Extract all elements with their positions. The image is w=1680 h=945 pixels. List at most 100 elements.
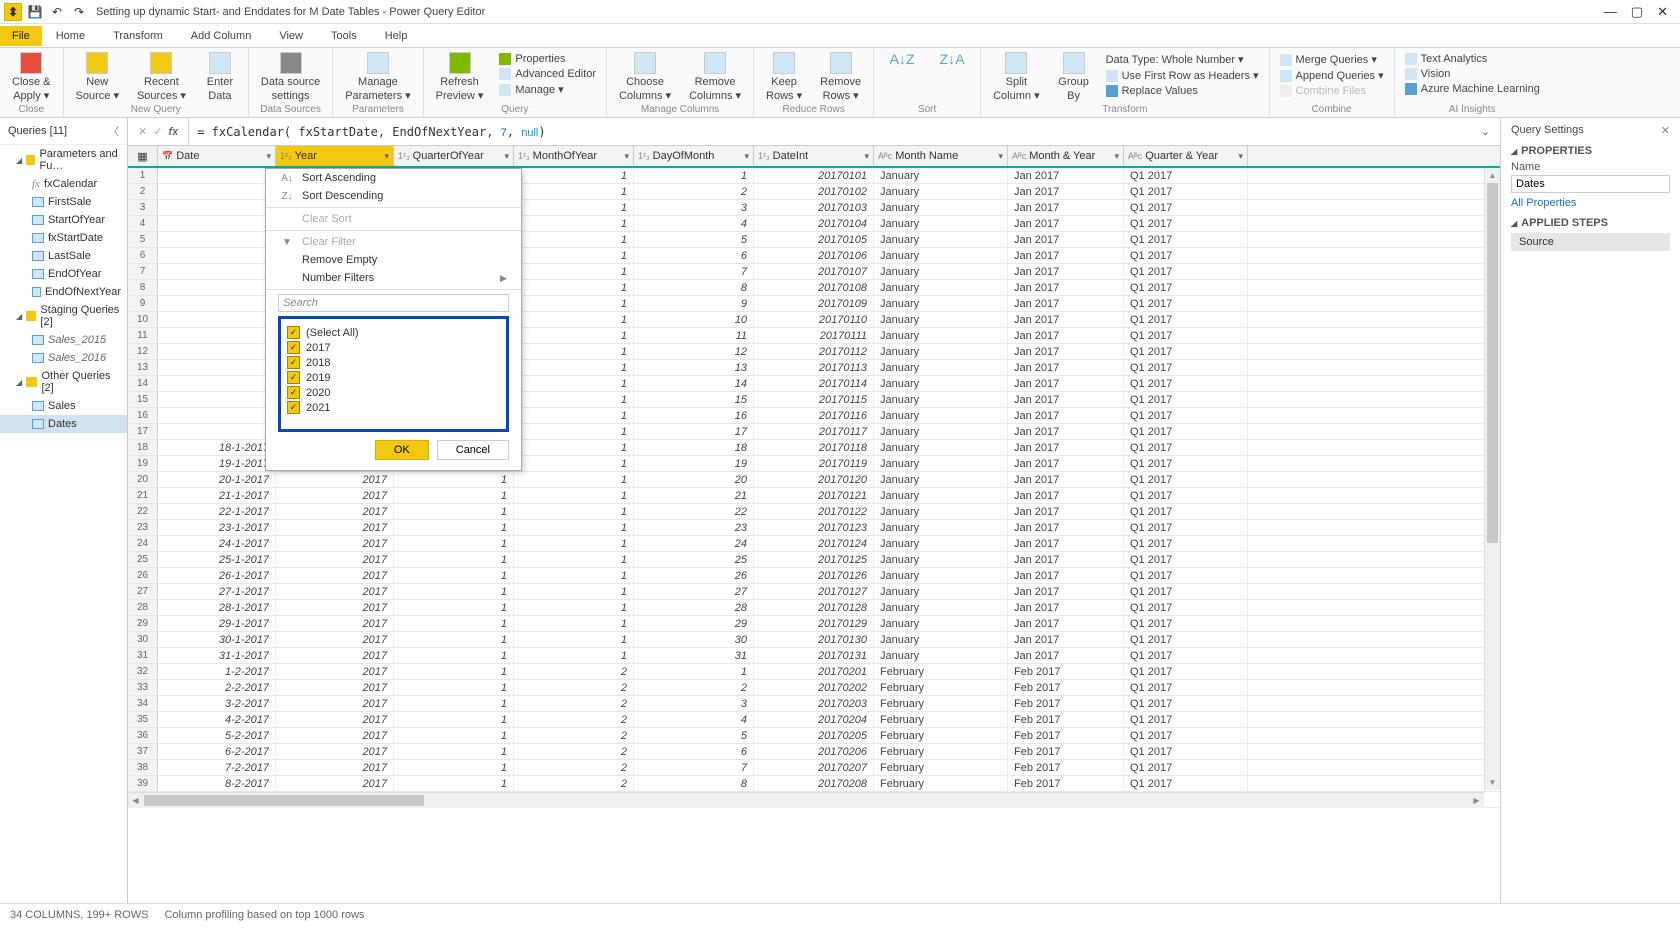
query-item-firstsale[interactable]: FirstSale bbox=[0, 193, 127, 211]
first-row-headers-button[interactable]: Use First Row as Headers ▾ bbox=[1104, 68, 1261, 83]
column-header-monthname[interactable]: AᴮcMonth Name▾ bbox=[874, 146, 1008, 166]
remove-columns-button[interactable]: RemoveColumns ▾ bbox=[685, 50, 745, 104]
query-item-sales[interactable]: Sales bbox=[0, 397, 127, 415]
table-row[interactable]: 2828-1-20172017112820170128JanuaryJan 20… bbox=[128, 600, 1500, 616]
cancel-formula-icon[interactable]: ✕ bbox=[138, 125, 147, 138]
properties-button[interactable]: Properties bbox=[497, 52, 598, 66]
vision-button[interactable]: Vision bbox=[1403, 67, 1542, 81]
filter-check-2020[interactable]: ✓2020 bbox=[285, 385, 502, 400]
table-row[interactable]: 387-2-2017201712720170207FebruaryFeb 201… bbox=[128, 760, 1500, 776]
query-item-lastsale[interactable]: LastSale bbox=[0, 247, 127, 265]
column-header-monthofyear[interactable]: 1²₃MonthOfYear▾ bbox=[514, 146, 634, 166]
table-row[interactable]: 2626-1-20172017112620170126JanuaryJan 20… bbox=[128, 568, 1500, 584]
data-type-dropdown[interactable]: Data Type: Whole Number ▾ bbox=[1104, 52, 1261, 67]
filter-check-2018[interactable]: ✓2018 bbox=[285, 355, 502, 370]
table-row[interactable]: 398-2-2017201712820170208FebruaryFeb 201… bbox=[128, 776, 1500, 792]
column-header-year[interactable]: 1²₃Year▾ bbox=[276, 146, 394, 166]
table-row[interactable]: 343-2-2017201712320170203FebruaryFeb 201… bbox=[128, 696, 1500, 712]
column-header-monthyear[interactable]: AᴮcMonth & Year▾ bbox=[1008, 146, 1124, 166]
table-row[interactable]: 365-2-2017201712520170205FebruaryFeb 201… bbox=[128, 728, 1500, 744]
filter-check-2017[interactable]: ✓2017 bbox=[285, 340, 502, 355]
enter-data-button[interactable]: EnterData bbox=[200, 50, 240, 104]
query-group-staging[interactable]: ◢Staging Queries [2] bbox=[0, 301, 127, 331]
query-item-sales_2015[interactable]: Sales_2015 bbox=[0, 331, 127, 349]
table-row[interactable]: 3131-1-20172017113120170131JanuaryJan 20… bbox=[128, 648, 1500, 664]
tab-home[interactable]: Home bbox=[42, 26, 99, 46]
tab-transform[interactable]: Transform bbox=[99, 26, 177, 46]
redo-icon[interactable]: ↷ bbox=[70, 3, 88, 21]
vertical-scrollbar[interactable]: ▲▼ bbox=[1484, 168, 1500, 790]
tab-help[interactable]: Help bbox=[371, 26, 422, 46]
query-item-startofyear[interactable]: StartOfYear bbox=[0, 211, 127, 229]
undo-icon[interactable]: ↶ bbox=[48, 3, 66, 21]
applied-steps-section[interactable]: ◢APPLIED STEPS bbox=[1511, 217, 1670, 229]
query-name-input[interactable] bbox=[1511, 175, 1670, 193]
column-header-quarterofyear[interactable]: 1²₃QuarterOfYear▾ bbox=[394, 146, 514, 166]
column-header-date[interactable]: 📅Date▾ bbox=[158, 146, 276, 166]
close-button[interactable]: ✕ bbox=[1657, 4, 1668, 20]
tab-tools[interactable]: Tools bbox=[317, 26, 371, 46]
table-row[interactable]: 354-2-2017201712420170204FebruaryFeb 201… bbox=[128, 712, 1500, 728]
query-item-fxstartdate[interactable]: fxStartDate bbox=[0, 229, 127, 247]
all-properties-link[interactable]: All Properties bbox=[1511, 197, 1576, 209]
azure-ml-button[interactable]: Azure Machine Learning bbox=[1403, 82, 1542, 96]
table-row[interactable]: 2525-1-20172017112520170125JanuaryJan 20… bbox=[128, 552, 1500, 568]
text-analytics-button[interactable]: Text Analytics bbox=[1403, 52, 1542, 66]
append-queries-button[interactable]: Append Queries ▾ bbox=[1278, 68, 1386, 83]
collapse-queries-icon[interactable]: 〈 bbox=[108, 123, 119, 139]
table-row[interactable]: 2323-1-20172017112320170123JanuaryJan 20… bbox=[128, 520, 1500, 536]
filter-check-2021[interactable]: ✓2021 bbox=[285, 400, 502, 415]
tab-view[interactable]: View bbox=[265, 26, 317, 46]
table-row[interactable]: 2222-1-20172017112220170122JanuaryJan 20… bbox=[128, 504, 1500, 520]
combine-files-button[interactable]: Combine Files bbox=[1278, 84, 1386, 98]
choose-columns-button[interactable]: ChooseColumns ▾ bbox=[615, 50, 675, 104]
query-item-sales_2016[interactable]: Sales_2016 bbox=[0, 349, 127, 367]
query-item-endofnextyear[interactable]: EndOfNextYear bbox=[0, 283, 127, 301]
remove-rows-button[interactable]: RemoveRows ▾ bbox=[816, 50, 865, 104]
expand-formula-icon[interactable]: ⌄ bbox=[1471, 125, 1500, 138]
group-by-button[interactable]: GroupBy bbox=[1054, 50, 1094, 104]
keep-rows-button[interactable]: KeepRows ▾ bbox=[762, 50, 806, 104]
filter-check-2019[interactable]: ✓2019 bbox=[285, 370, 502, 385]
properties-section[interactable]: ◢PROPERTIES bbox=[1511, 145, 1670, 157]
table-row[interactable]: 321-2-2017201712120170201FebruaryFeb 201… bbox=[128, 664, 1500, 680]
replace-values-button[interactable]: Replace Values bbox=[1104, 84, 1261, 98]
formula-text[interactable]: = fxCalendar( fxStartDate, EndOfNextYear… bbox=[189, 125, 1471, 139]
select-all-cell[interactable]: ▦ bbox=[128, 146, 158, 166]
table-row[interactable]: 332-2-2017201712220170202FebruaryFeb 201… bbox=[128, 680, 1500, 696]
new-source-button[interactable]: NewSource ▾ bbox=[72, 50, 123, 104]
manage-parameters-button[interactable]: ManageParameters ▾ bbox=[341, 50, 414, 104]
manage-button[interactable]: Manage ▾ bbox=[497, 82, 598, 97]
table-row[interactable]: 2929-1-20172017112920170129JanuaryJan 20… bbox=[128, 616, 1500, 632]
query-item-dates[interactable]: Dates bbox=[0, 415, 127, 433]
filter-check-selectall[interactable]: ✓(Select All) bbox=[285, 325, 502, 340]
sort-asc-button[interactable]: A↓Z bbox=[882, 50, 922, 69]
table-row[interactable]: 2020-1-20172017112020170120JanuaryJan 20… bbox=[128, 472, 1500, 488]
table-row[interactable]: 2121-1-20172017112120170121JanuaryJan 20… bbox=[128, 488, 1500, 504]
sort-descending-item[interactable]: Z↓Sort Descending bbox=[266, 187, 521, 205]
maximize-button[interactable]: ▢ bbox=[1631, 4, 1643, 20]
split-column-button[interactable]: SplitColumn ▾ bbox=[989, 50, 1043, 104]
filter-ok-button[interactable]: OK bbox=[375, 440, 429, 460]
remove-empty-item[interactable]: Remove Empty bbox=[266, 251, 521, 269]
horizontal-scrollbar[interactable]: ◀▶ bbox=[128, 792, 1484, 808]
sort-ascending-item[interactable]: A↓Sort Ascending bbox=[266, 169, 521, 187]
filter-cancel-button[interactable]: Cancel bbox=[437, 440, 509, 460]
query-group-other[interactable]: ◢Other Queries [2] bbox=[0, 367, 127, 397]
fx-icon[interactable]: fx bbox=[168, 126, 178, 138]
close-settings-icon[interactable]: ✕ bbox=[1661, 124, 1670, 137]
query-group-parameters[interactable]: ◢Parameters and Fu… bbox=[0, 145, 127, 175]
column-header-dayofmonth[interactable]: 1²₃DayOfMonth▾ bbox=[634, 146, 754, 166]
applied-step-source[interactable]: Source bbox=[1511, 233, 1670, 251]
advanced-editor-button[interactable]: Advanced Editor bbox=[497, 67, 598, 81]
table-row[interactable]: 2424-1-20172017112420170124JanuaryJan 20… bbox=[128, 536, 1500, 552]
file-tab[interactable]: File bbox=[0, 26, 42, 46]
table-row[interactable]: 3030-1-20172017113020170130JanuaryJan 20… bbox=[128, 632, 1500, 648]
column-header-quarteryear[interactable]: AᴮcQuarter & Year▾ bbox=[1124, 146, 1248, 166]
commit-formula-icon[interactable]: ✓ bbox=[153, 125, 162, 138]
merge-queries-button[interactable]: Merge Queries ▾ bbox=[1278, 52, 1386, 67]
column-header-dateint[interactable]: 1²₃DateInt▾ bbox=[754, 146, 874, 166]
tab-add-column[interactable]: Add Column bbox=[177, 26, 266, 46]
minimize-button[interactable]: — bbox=[1604, 4, 1617, 20]
number-filters-item[interactable]: Number Filters▶ bbox=[266, 269, 521, 287]
